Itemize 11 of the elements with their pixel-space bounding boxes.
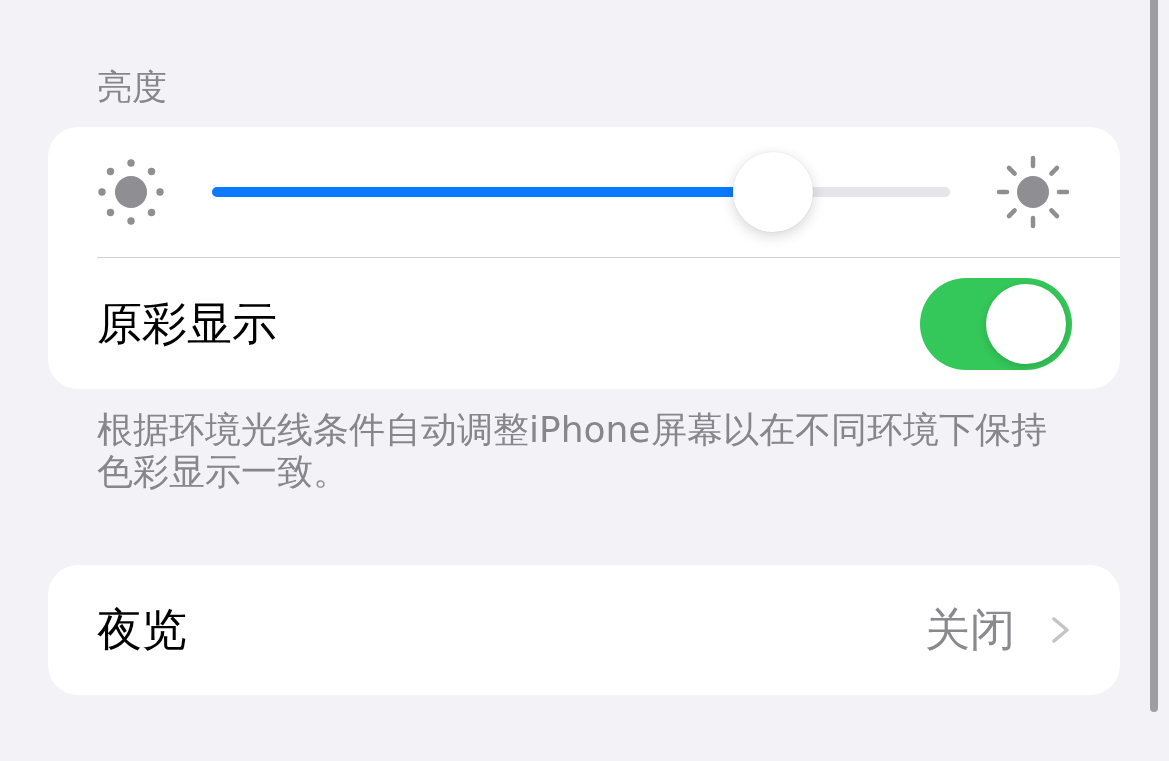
scroll-bar[interactable] [1150,0,1158,712]
true-tone-description: 根据环境光线条件自动调整iPhone屏幕以在不同环境下保持色彩显示一致。 [97,408,1048,493]
section-header: 亮度 [97,66,167,109]
bright-sun-icon [996,155,1070,229]
true-tone-label: 原彩显示 [97,295,277,352]
slider-thumb[interactable] [732,152,813,232]
dim-sun-icon [97,158,165,226]
night-shift-value: 关闭 [925,602,1015,658]
night-shift-row[interactable]: 夜览 关闭 [48,565,1120,695]
night-shift-label: 夜览 [97,602,187,658]
chevron-right-icon [1052,617,1070,643]
